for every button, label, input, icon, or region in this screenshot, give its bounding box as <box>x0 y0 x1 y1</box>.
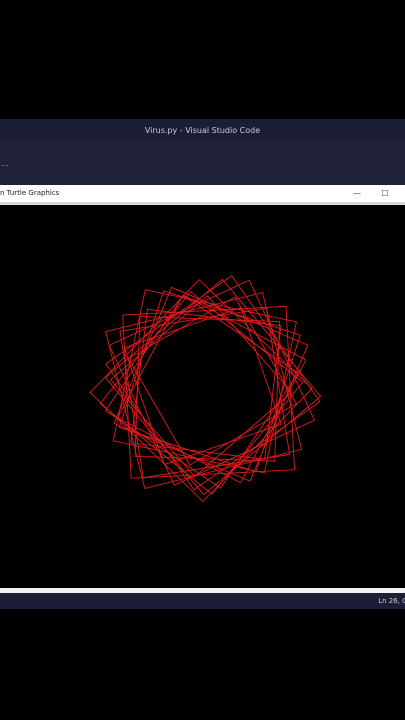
turtle-canvas[interactable] <box>0 205 405 588</box>
turtle-window-titlebar: n Turtle Graphics — ☐ <box>0 185 405 202</box>
turtle-window-title: n Turtle Graphics <box>0 189 60 197</box>
minimize-button[interactable]: — <box>350 187 364 200</box>
vscode-statusbar: Ln 26, C <box>0 593 405 609</box>
turtle-square-4 <box>123 307 282 466</box>
maximize-button[interactable]: ☐ <box>378 187 392 200</box>
window-title: Virus.py - Visual Studio Code <box>144 125 261 135</box>
vscode-toolbar: ... <box>0 141 405 185</box>
cursor-position[interactable]: Ln 26, C <box>378 597 405 605</box>
vscode-titlebar: Virus.py - Visual Studio Code <box>0 119 405 141</box>
turtle-drawing <box>89 275 322 503</box>
more-actions-button[interactable]: ... <box>1 159 9 168</box>
